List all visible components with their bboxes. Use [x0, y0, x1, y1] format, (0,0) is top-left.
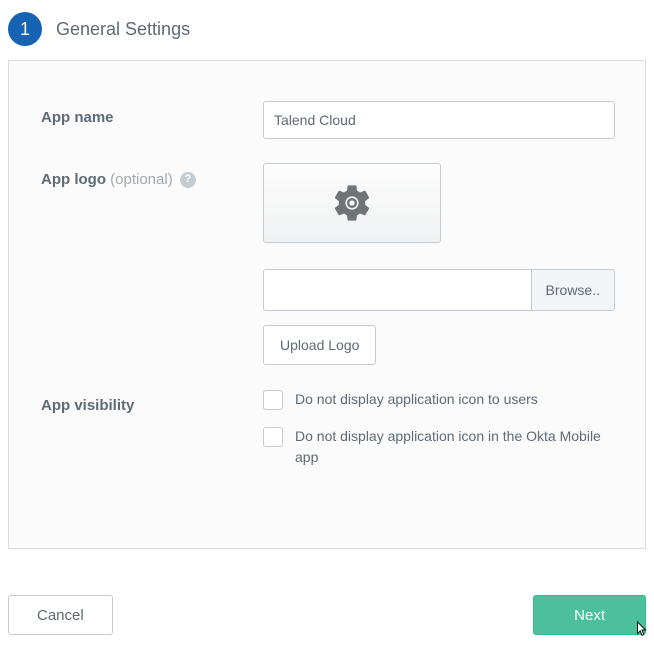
- file-picker-row: Browse..: [263, 269, 615, 311]
- next-button[interactable]: Next: [533, 595, 646, 635]
- visibility-option-mobile: Do not display application icon in the O…: [263, 426, 615, 468]
- gear-icon: [330, 181, 374, 225]
- app-visibility-row: App visibility Do not display applicatio…: [41, 389, 615, 484]
- visibility-checkbox-mobile-label: Do not display application icon in the O…: [295, 426, 615, 468]
- upload-logo-button[interactable]: Upload Logo: [263, 325, 376, 365]
- step-number-badge: 1: [8, 12, 42, 46]
- step-title: General Settings: [56, 19, 190, 40]
- help-icon[interactable]: ?: [180, 172, 196, 188]
- app-logo-label: App logo (optional) ?: [41, 163, 263, 190]
- app-visibility-label: App visibility: [41, 389, 263, 416]
- file-path-input[interactable]: [264, 270, 531, 310]
- visibility-checkbox-users-label: Do not display application icon to users: [295, 389, 538, 410]
- cancel-button[interactable]: Cancel: [8, 595, 113, 635]
- app-logo-label-text: App logo: [41, 171, 106, 188]
- wizard-footer: Cancel Next: [8, 595, 646, 635]
- browse-button[interactable]: Browse..: [531, 270, 614, 310]
- visibility-option-users: Do not display application icon to users: [263, 389, 615, 410]
- step-header: 1 General Settings: [8, 12, 646, 46]
- visibility-checkbox-mobile[interactable]: [263, 427, 283, 447]
- app-name-input[interactable]: [263, 101, 615, 139]
- next-button-label: Next: [574, 607, 605, 624]
- logo-preview: [263, 163, 441, 243]
- visibility-checkbox-users[interactable]: [263, 390, 283, 410]
- settings-panel: App name App logo (optional) ? Browse.. …: [8, 60, 646, 549]
- app-logo-row: App logo (optional) ? Browse.. Upload Lo…: [41, 163, 615, 365]
- app-logo-optional-text: (optional): [110, 171, 173, 188]
- app-name-label: App name: [41, 101, 263, 128]
- app-name-row: App name: [41, 101, 615, 139]
- cursor-icon: [633, 620, 651, 640]
